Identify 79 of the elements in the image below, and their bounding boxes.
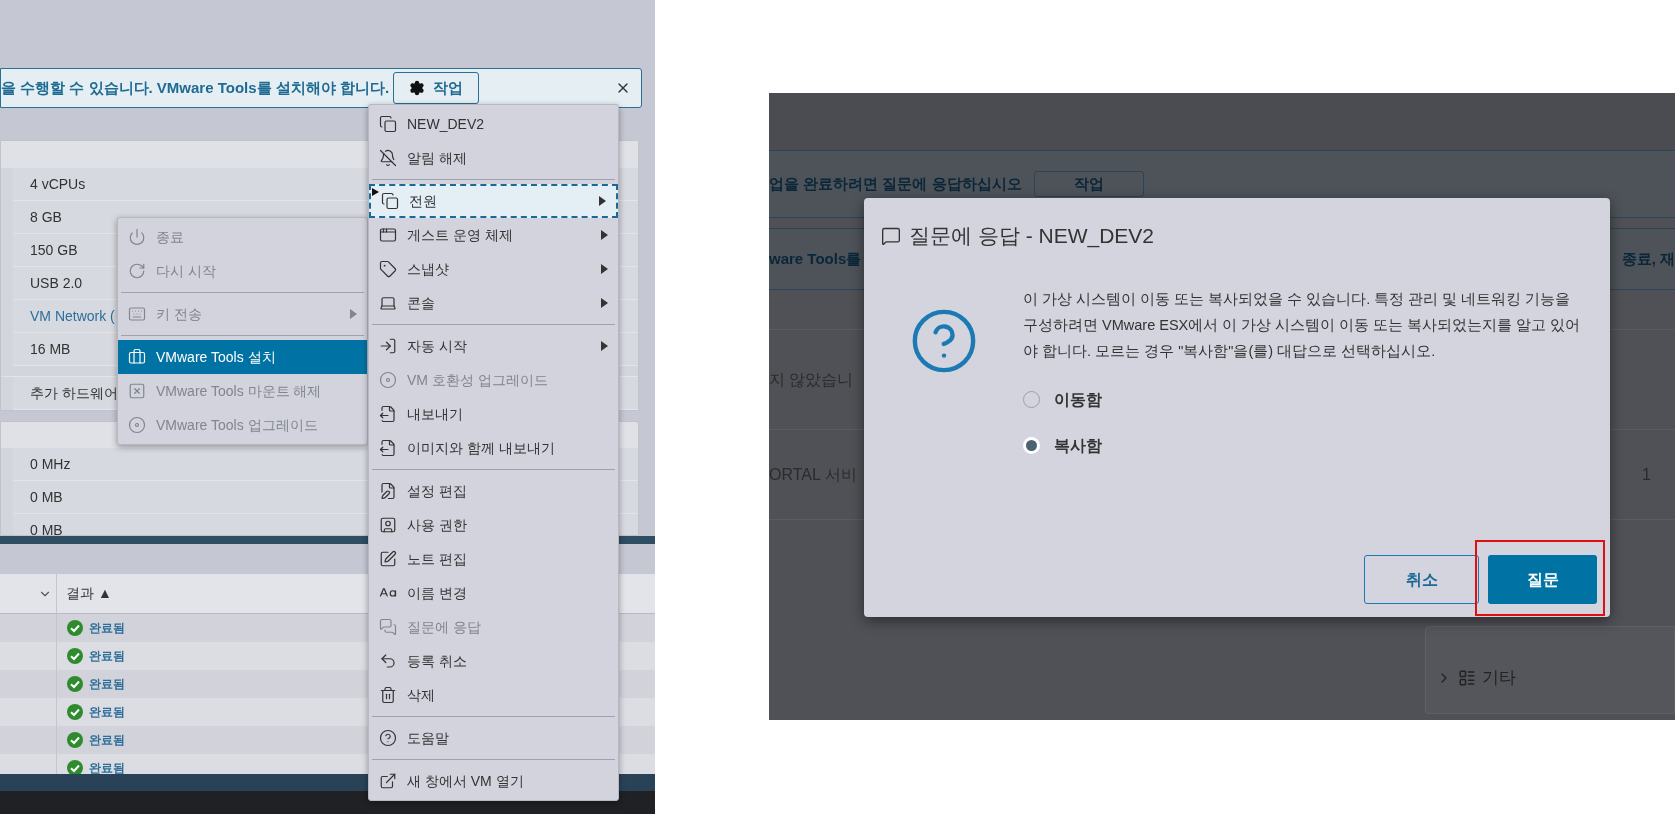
- hardware-value: USB 2.0: [30, 273, 83, 293]
- column-header[interactable]: 결과 ▲: [57, 574, 112, 613]
- dialog-message: 이 가상 시스템이 이동 또는 복사되었을 수 있습니다. 특정 관리 및 네트워킹 기능을 구성하려면 VMware ESX에서 이 가상 시스템이 이동 또는 복사되었는지를 알고 있어야 합니다. 모르는 경우 "복사함"을(를) 대답으로 선택하십시오.: [1023, 289, 1582, 361]
- usage-value: 0 MB: [30, 520, 63, 535]
- menu-item[interactable]: 내보내기: [369, 397, 618, 431]
- menu-item[interactable]: 등록 취소: [369, 644, 618, 678]
- power-icon: [128, 228, 146, 246]
- check-circle-icon: [67, 676, 83, 692]
- primary-button[interactable]: 질문: [1488, 555, 1597, 604]
- check-circle-icon: [67, 620, 83, 636]
- briefcase-icon: [128, 348, 146, 366]
- menu-item[interactable]: VMware Tools 설치: [118, 340, 367, 374]
- disc-icon: [379, 371, 397, 389]
- status-text: 완료됨: [89, 648, 125, 665]
- banner-text: 을 수행할 수 있습니다. VMware Tools를 설치해야 합니다.: [1, 77, 390, 98]
- menu-item[interactable]: 노트 편집: [369, 542, 618, 576]
- id-badge-icon: [379, 516, 397, 534]
- pointer-icon: [372, 188, 379, 196]
- banner-text: ware Tools를: [769, 248, 862, 269]
- hardware-value: 8 GB: [30, 207, 62, 227]
- laptop-icon: [379, 294, 397, 312]
- banner-text: 종료, 재: [1621, 248, 1675, 269]
- export-icon: [379, 439, 397, 457]
- chat-icon: [379, 618, 397, 636]
- menu-item[interactable]: 이름 변경: [369, 576, 618, 610]
- menu-item[interactable]: 이미지와 함께 내보내기: [369, 431, 618, 465]
- radio-button[interactable]: [1023, 437, 1040, 454]
- menu-item[interactable]: 사용 권한: [369, 508, 618, 542]
- menu-item[interactable]: 삭제: [369, 678, 618, 712]
- restart-icon: [128, 262, 146, 280]
- dialog-title: 질문에 응답 - NEW_DEV2: [909, 223, 1155, 250]
- status-text: 완료됨: [89, 760, 125, 777]
- menu-item[interactable]: 스냅샷: [369, 252, 618, 286]
- window-icon: [379, 226, 397, 244]
- unmount-icon: [128, 382, 146, 400]
- check-circle-icon: [67, 648, 83, 664]
- menu-item[interactable]: 자동 시작: [369, 329, 618, 363]
- trash-icon: [379, 686, 397, 704]
- usage-value: 0 MHz: [30, 454, 71, 474]
- menu-item[interactable]: 알림 해제: [369, 141, 618, 175]
- hardware-value: 16 MB: [30, 339, 71, 359]
- tag-icon: [379, 260, 397, 278]
- hardware-value: 추가 하드웨어: [30, 383, 118, 403]
- radio-option[interactable]: 이동함: [1023, 387, 1583, 412]
- hardware-value: 150 GB: [30, 240, 78, 260]
- gear-icon: [409, 80, 426, 96]
- edit-document-icon: [379, 482, 397, 500]
- status-text: 완료됨: [89, 620, 125, 637]
- menu-item[interactable]: NEW_DEV2: [369, 107, 618, 141]
- menu-item[interactable]: 도움말: [369, 721, 618, 755]
- menu-item[interactable]: 설정 편집: [369, 474, 618, 508]
- undo-icon: [379, 652, 397, 670]
- radio-option[interactable]: 복사함: [1023, 433, 1583, 458]
- status-text: 완료됨: [89, 704, 125, 721]
- menu-item[interactable]: 전원: [369, 184, 618, 218]
- menu-item[interactable]: 콘솔: [369, 286, 618, 320]
- status-text: 완료됨: [89, 676, 125, 693]
- keyboard-icon: [128, 305, 146, 323]
- help-icon: [379, 729, 397, 747]
- enter-icon: [379, 337, 397, 355]
- stacked-squares-icon: [379, 115, 397, 133]
- external-link-icon: [379, 772, 397, 790]
- edit-note-icon: [379, 550, 397, 568]
- check-circle-icon: [67, 732, 83, 748]
- menu-item[interactable]: 게스트 운영 체제: [369, 218, 618, 252]
- status-text: 완료됨: [89, 732, 125, 749]
- menu-item[interactable]: 새 창에서 VM 열기: [369, 764, 618, 798]
- cancel-button[interactable]: 취소: [1364, 555, 1479, 604]
- disc-icon: [128, 416, 146, 434]
- banner-text: 업을 완료하려면 질문에 응답하십시오: [769, 173, 1022, 194]
- network-link[interactable]: VM Network (: [30, 305, 115, 327]
- hardware-value: 4 vCPUs: [30, 174, 86, 194]
- export-icon: [379, 405, 397, 423]
- bell-off-icon: [379, 149, 397, 167]
- list-icon: [1458, 669, 1476, 687]
- check-circle-icon: [67, 704, 83, 720]
- chat-icon: [881, 225, 901, 246]
- usage-value: 0 MB: [30, 487, 63, 507]
- stacked-squares-icon: [381, 192, 399, 210]
